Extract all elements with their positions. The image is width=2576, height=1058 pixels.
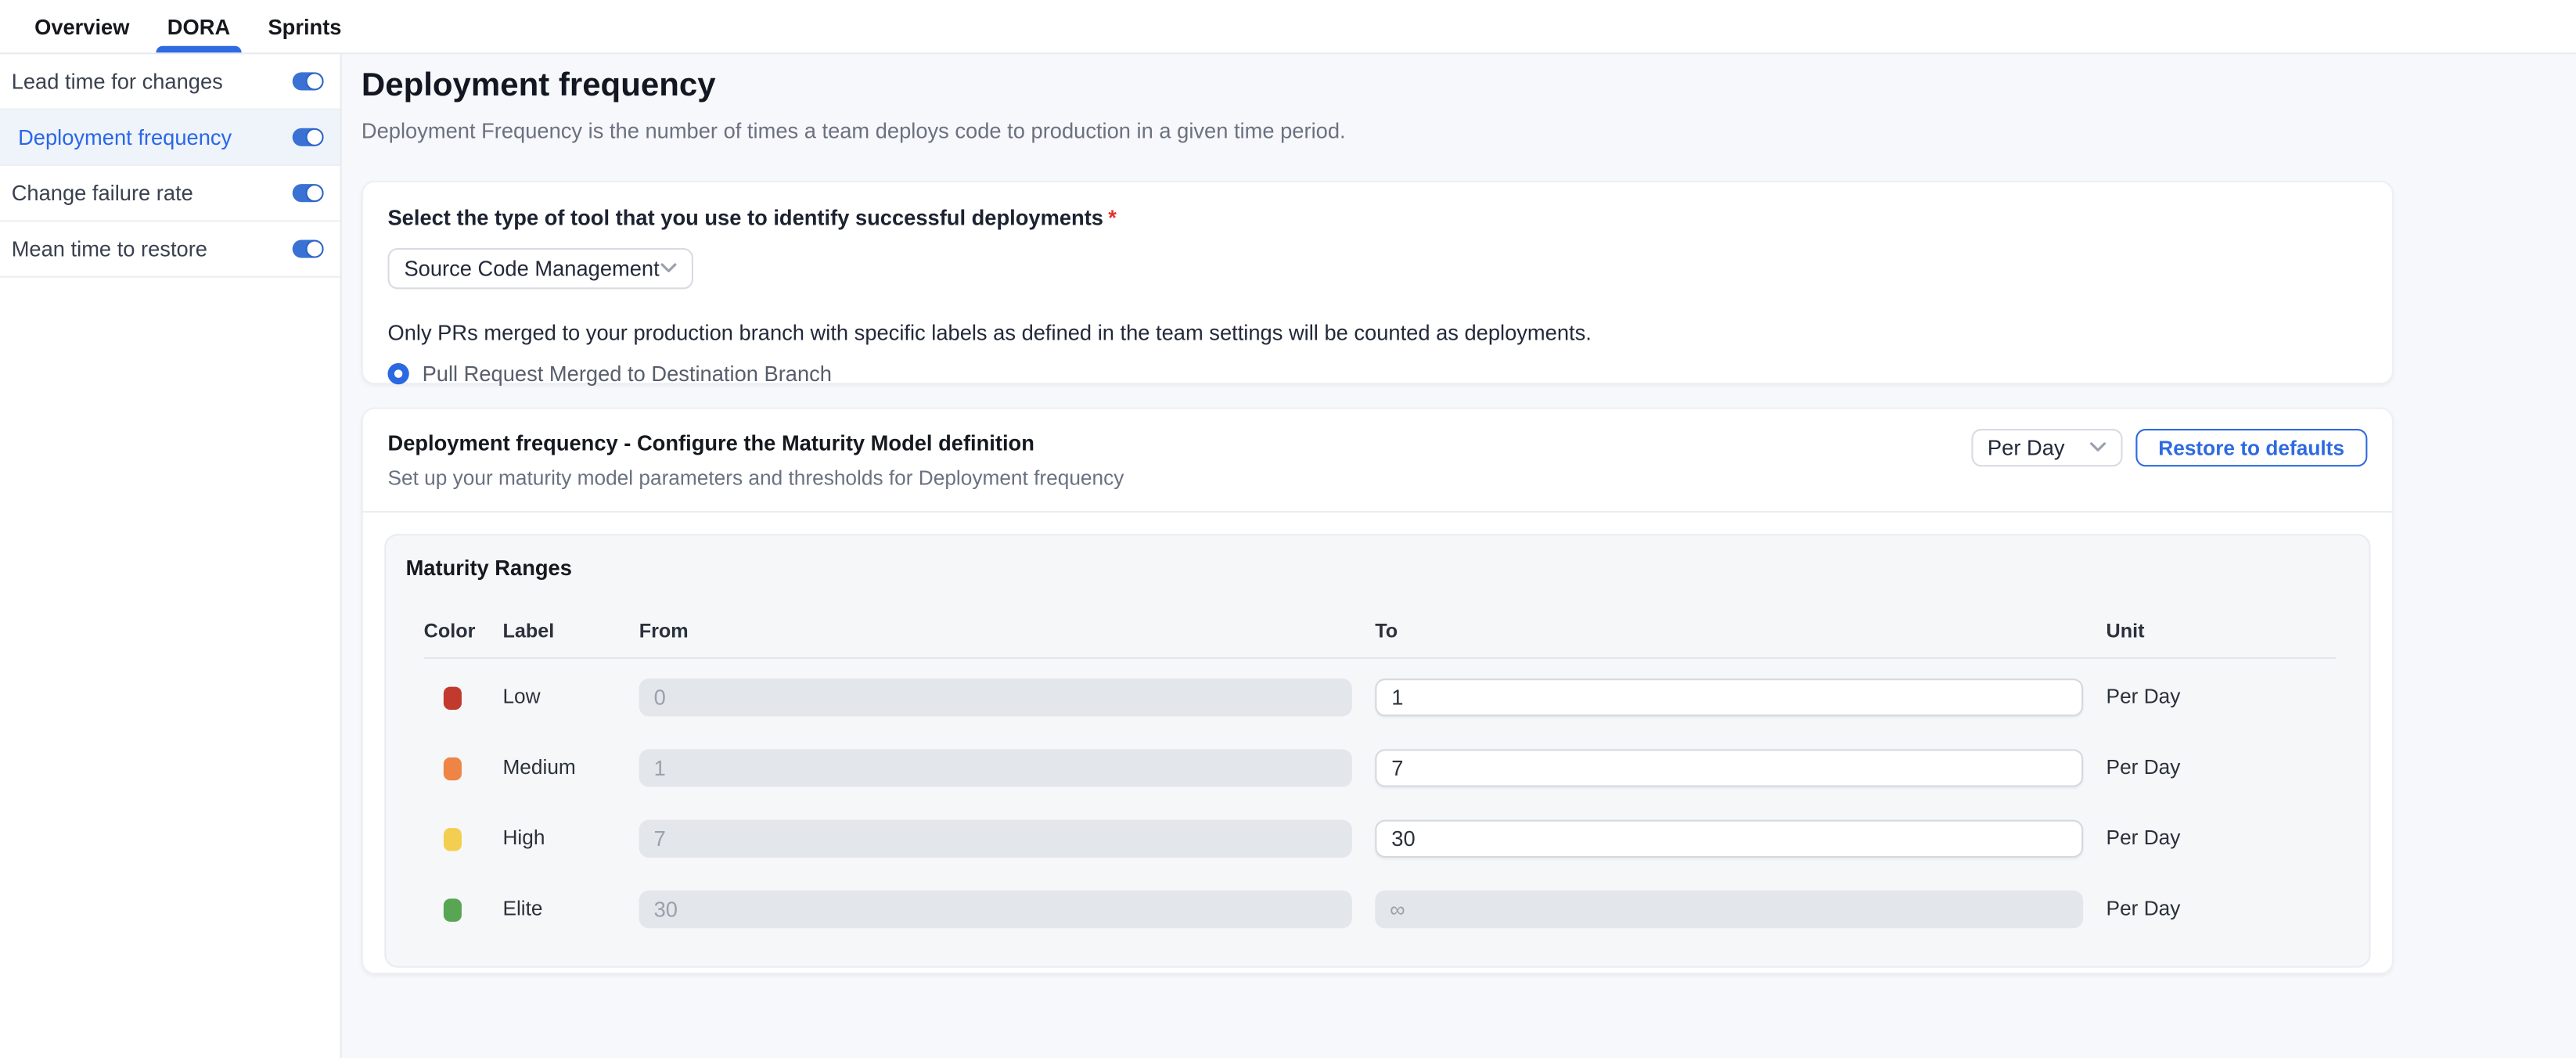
tool-type-select-value: Source Code Management: [404, 257, 659, 281]
maturity-section-subtitle: Set up your maturity model parameters an…: [387, 466, 2367, 489]
unit-select-value: Per Day: [1988, 435, 2065, 459]
tab-sprints[interactable]: Sprints: [264, 0, 344, 52]
chevron-down-icon: [660, 263, 677, 275]
radio-label: Pull Request Merged to Destination Branc…: [423, 362, 832, 386]
sidebar-item-mean-time-to-restore[interactable]: Mean time to restore: [0, 221, 340, 277]
required-marker: *: [1108, 205, 1117, 229]
tab-dora-label: DORA: [167, 14, 230, 38]
range-row-elite: Elite Per Day: [406, 891, 2350, 928]
medium-to-input[interactable]: [1375, 749, 2083, 786]
toggle-knob: [306, 183, 324, 201]
toggle-knob: [306, 71, 324, 89]
low-color-swatch: [444, 686, 462, 709]
column-header-label: Label: [502, 620, 554, 642]
tab-sprints-label: Sprints: [268, 14, 341, 38]
chevron-down-icon: [2089, 442, 2106, 454]
mean-time-to-restore-toggle[interactable]: [293, 240, 322, 258]
pr-merged-radio-row[interactable]: Pull Request Merged to Destination Branc…: [387, 362, 2367, 386]
deployment-tool-card: Select the type of tool that you use to …: [362, 181, 2394, 384]
sidebar-item-label: Deployment frequency: [18, 125, 232, 149]
sidebar-item-lead-time-for-changes[interactable]: Lead time for changes: [0, 54, 340, 110]
tab-dora[interactable]: DORA: [164, 0, 234, 52]
range-row-medium: Medium Per Day: [406, 749, 2350, 786]
deployment-info-text: Only PRs merged to your production branc…: [387, 320, 2367, 344]
top-tab-bar: Overview DORA Sprints: [0, 0, 2576, 54]
maturity-header-controls: Per Day Restore to defaults: [1971, 429, 2367, 466]
toggle-knob: [306, 128, 324, 146]
range-unit: Per Day: [2106, 891, 2181, 928]
maturity-model-card: Deployment frequency - Configure the Mat…: [362, 408, 2394, 974]
sidebar-item-label: Mean time to restore: [12, 236, 207, 261]
deployment-frequency-toggle[interactable]: [293, 128, 322, 146]
unit-select[interactable]: Per Day: [1971, 429, 2122, 466]
sidebar-item-label: Lead time for changes: [12, 69, 223, 93]
page-subtitle: Deployment Frequency is the number of ti…: [362, 118, 1346, 142]
maturity-ranges-title: Maturity Ranges: [406, 556, 2350, 580]
sidebar-item-change-failure-rate[interactable]: Change failure rate: [0, 166, 340, 221]
column-header-from: From: [639, 620, 689, 642]
high-color-swatch: [444, 827, 462, 850]
tab-overview-label: Overview: [34, 14, 129, 38]
medium-color-swatch: [444, 757, 462, 779]
range-unit: Per Day: [2106, 749, 2181, 786]
table-header-divider: [424, 657, 2337, 659]
range-row-low: Low Per Day: [406, 678, 2350, 716]
elite-color-swatch: [444, 898, 462, 920]
range-row-high: High Per Day: [406, 820, 2350, 858]
column-header-color: Color: [424, 620, 476, 642]
medium-from-input: [639, 749, 1352, 786]
low-from-input: [639, 678, 1352, 716]
dora-settings-page: Overview DORA Sprints Lead time for chan…: [0, 0, 2576, 1058]
maturity-ranges-card: Maturity Ranges Color Label From To Unit…: [384, 534, 2370, 967]
sidebar-item-deployment-frequency[interactable]: Deployment frequency: [0, 110, 340, 166]
low-to-input[interactable]: [1375, 678, 2083, 716]
lead-time-toggle[interactable]: [293, 72, 322, 90]
range-label: Medium: [502, 749, 575, 786]
tab-overview[interactable]: Overview: [31, 0, 133, 52]
ranges-table-header: Color Label From To Unit: [406, 620, 2350, 644]
range-label: High: [502, 820, 545, 858]
high-to-input[interactable]: [1375, 820, 2083, 858]
restore-to-defaults-button[interactable]: Restore to defaults: [2135, 429, 2367, 466]
active-tab-underline: [156, 46, 242, 52]
range-label: Low: [502, 678, 540, 716]
main-content: Deployment frequency Deployment Frequenc…: [344, 54, 2576, 1058]
column-header-to: To: [1375, 620, 1398, 642]
range-unit: Per Day: [2106, 678, 2181, 716]
elite-from-input: [639, 891, 1352, 928]
tool-type-select[interactable]: Source Code Management: [387, 248, 693, 289]
change-failure-rate-toggle[interactable]: [293, 184, 322, 202]
maturity-model-header: Deployment frequency - Configure the Mat…: [363, 409, 2392, 513]
range-unit: Per Day: [2106, 820, 2181, 858]
sidebar-item-label: Change failure rate: [12, 181, 193, 205]
metrics-sidebar: Lead time for changes Deployment frequen…: [0, 54, 342, 1058]
high-from-input: [639, 820, 1352, 858]
elite-to-input: [1375, 891, 2083, 928]
range-label: Elite: [502, 891, 542, 928]
page-title: Deployment frequency: [362, 67, 716, 105]
column-header-unit: Unit: [2106, 620, 2145, 642]
toggle-knob: [306, 239, 324, 257]
radio-selected-icon[interactable]: [387, 363, 408, 384]
tool-select-label: Select the type of tool that you use to …: [387, 205, 2367, 229]
